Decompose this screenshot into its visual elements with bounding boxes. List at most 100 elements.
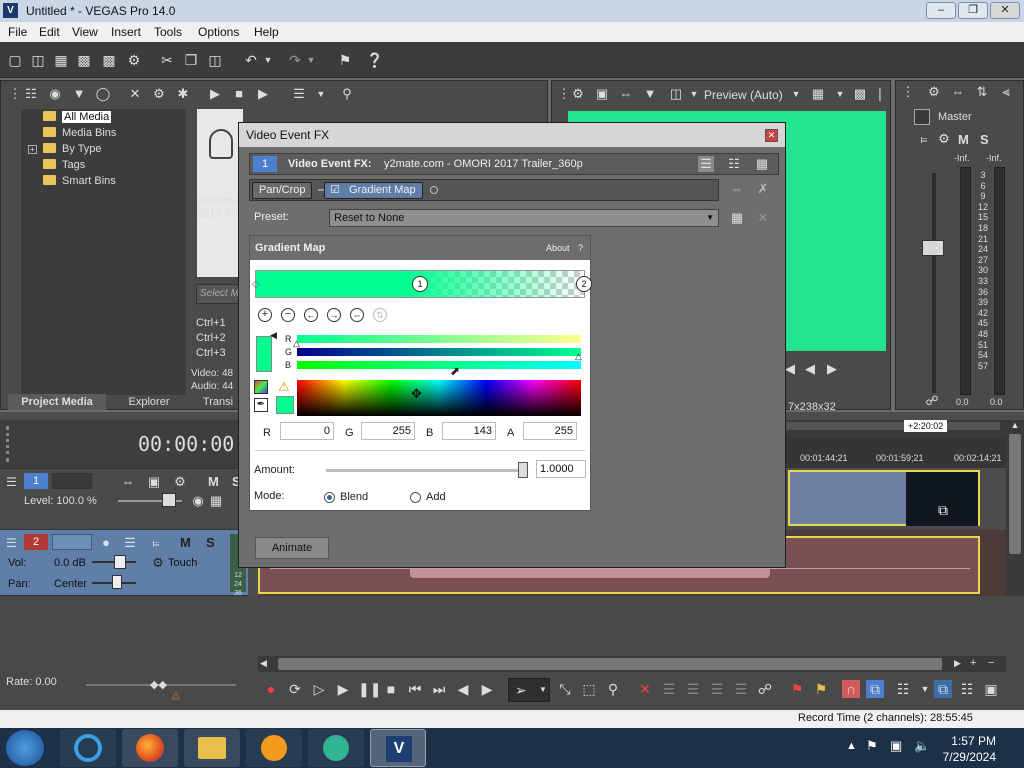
- views-icon[interactable]: ☰: [291, 86, 307, 102]
- scroll-up-icon[interactable]: ▲: [1009, 420, 1021, 432]
- master-fx-chain-icon[interactable]: ⚙: [936, 131, 952, 147]
- tree-item-smart-bins[interactable]: Smart Bins: [43, 175, 116, 190]
- explorer-icon[interactable]: [184, 729, 240, 767]
- master-fader[interactable]: [922, 240, 944, 256]
- delete-icon[interactable]: ✕: [636, 680, 654, 698]
- timeline-horizontal-scrollbar[interactable]: ◀ ▶ + −: [258, 656, 1006, 672]
- pan-slider[interactable]: [112, 575, 122, 589]
- copy-snapshot-icon[interactable]: ▩: [852, 86, 868, 102]
- undo-dropdown-icon[interactable]: ▼: [262, 51, 274, 69]
- volume-muted-icon[interactable]: 🔈: [914, 738, 930, 754]
- chain-pan-crop[interactable]: Pan/Crop: [252, 182, 313, 199]
- track-collapse-icon[interactable]: ☰: [6, 475, 20, 489]
- grid-view-icon[interactable]: ▦: [754, 156, 770, 172]
- network-icon[interactable]: ▣: [890, 738, 902, 754]
- lock-envelopes-icon[interactable]: ⧉: [934, 680, 952, 698]
- start-orb-icon[interactable]: [6, 730, 44, 766]
- help-icon[interactable]: ❔: [366, 51, 384, 69]
- get-media-icon[interactable]: ▼: [71, 86, 87, 102]
- auto-preview-icon[interactable]: ✱: [175, 86, 191, 102]
- tab-transitions[interactable]: Transi: [196, 394, 240, 410]
- render-icon[interactable]: ▩: [100, 51, 118, 69]
- panel-menu-icon[interactable]: ❘: [872, 86, 888, 102]
- tree-item-media-bins[interactable]: Media Bins: [43, 127, 116, 142]
- expand-by-type-button[interactable]: +: [28, 145, 37, 154]
- trim-end-icon[interactable]: ☰: [708, 680, 726, 698]
- menu-help[interactable]: Help: [254, 25, 279, 39]
- new-icon[interactable]: ▢: [6, 51, 24, 69]
- media-fx-icon[interactable]: ⚙: [151, 86, 167, 102]
- rate-reset-icon[interactable]: △: [172, 690, 180, 701]
- touch-mode[interactable]: Touch: [168, 557, 197, 569]
- open-icon[interactable]: ◫: [29, 51, 47, 69]
- pause-icon[interactable]: ❚❚: [358, 680, 381, 698]
- play-from-start-icon[interactable]: ▷: [310, 680, 328, 698]
- color-model-icon[interactable]: [254, 380, 268, 394]
- track2-mute-button[interactable]: M: [180, 535, 191, 550]
- arm-record-icon[interactable]: ●: [98, 535, 114, 551]
- trimmer-icon[interactable]: ▣: [982, 680, 1000, 698]
- automation-icon[interactable]: ⚙: [150, 555, 166, 571]
- zoom-in-icon[interactable]: +: [970, 657, 982, 669]
- views-dropdown-icon[interactable]: ▼: [313, 86, 329, 102]
- track-fx-icon[interactable]: ⚙: [172, 474, 188, 490]
- rate-slider[interactable]: ◆◆: [150, 678, 167, 691]
- gradient-stop-1[interactable]: 1: [412, 276, 428, 292]
- g-channel-slider[interactable]: [297, 348, 581, 356]
- overlays-icon[interactable]: ▦: [810, 86, 826, 102]
- next-frame-icon[interactable]: ▶: [478, 680, 496, 698]
- remove-plugin-icon[interactable]: ✗: [755, 181, 771, 197]
- remove-stop-icon[interactable]: −: [281, 308, 295, 322]
- insert-region-icon[interactable]: ⚑: [812, 680, 830, 698]
- properties-icon[interactable]: ⚙: [125, 51, 143, 69]
- auto-ripple-dropdown-icon[interactable]: ▼: [916, 680, 934, 698]
- tree-item-by-type[interactable]: By Type: [43, 143, 102, 158]
- tab-explorer[interactable]: Explorer: [112, 394, 186, 410]
- master-mute-button[interactable]: M: [958, 132, 969, 147]
- a-value-input[interactable]: 255: [523, 422, 577, 440]
- r-value-input[interactable]: 0: [280, 422, 334, 440]
- g-slider-thumb[interactable]: △: [575, 351, 582, 362]
- media-player-icon[interactable]: [246, 729, 302, 767]
- scroll-right-icon[interactable]: ▶: [954, 658, 966, 670]
- close-button[interactable]: ✕: [990, 2, 1020, 19]
- vertical-scroll-thumb[interactable]: [1009, 434, 1021, 554]
- track-mask-icon[interactable]: ▣: [146, 474, 162, 490]
- show-hidden-icons-icon[interactable]: ▲: [846, 740, 857, 752]
- menu-options[interactable]: Options: [198, 25, 239, 39]
- plugin-enabled-checkbox[interactable]: ☑: [330, 183, 340, 198]
- animate-button[interactable]: Animate: [255, 537, 329, 559]
- menu-tools[interactable]: Tools: [154, 25, 182, 39]
- split-view-icon[interactable]: ◫: [668, 86, 684, 102]
- plugin-chain-icon[interactable]: ⇔: [729, 181, 745, 197]
- color-spectrum-picker[interactable]: ✥: [297, 380, 581, 416]
- preview-quality-dropdown-icon[interactable]: ▼: [788, 86, 804, 102]
- paste-icon[interactable]: ◫: [206, 51, 224, 69]
- go-to-start-icon[interactable]: ⏮: [406, 680, 424, 698]
- undo-icon[interactable]: ↶: [242, 51, 260, 69]
- chain-view-icon[interactable]: ☰: [698, 156, 714, 172]
- event-pan-crop-icon[interactable]: ⧉: [938, 502, 948, 519]
- camtasia-icon[interactable]: [308, 729, 364, 767]
- master-settings-icon[interactable]: ⫷: [998, 84, 1014, 100]
- gradient-start-marker-icon[interactable]: ◇: [252, 279, 260, 290]
- stop-icon[interactable]: ■: [231, 86, 247, 102]
- action-center-icon[interactable]: ⚑: [866, 738, 878, 754]
- mode-add-radio[interactable]: [410, 492, 421, 503]
- split-screen-icon[interactable]: ⇔: [618, 86, 634, 102]
- mode-blend-radio[interactable]: [324, 492, 335, 503]
- enable-snapping-icon[interactable]: ⚑: [336, 51, 354, 69]
- frame-step-icon[interactable]: ◀: [802, 361, 818, 377]
- g-value-input[interactable]: 255: [361, 422, 415, 440]
- next-stop-icon[interactable]: →: [327, 308, 341, 322]
- prev-stop-icon[interactable]: ←: [304, 308, 318, 322]
- gradient-bar[interactable]: 1 2 ◇: [252, 270, 592, 298]
- selection-tool-icon[interactable]: ⬚: [580, 680, 598, 698]
- about-link[interactable]: About: [546, 243, 570, 253]
- redo-icon[interactable]: ↷: [286, 51, 304, 69]
- trim-start-icon[interactable]: ☰: [684, 680, 702, 698]
- menu-insert[interactable]: Insert: [111, 25, 141, 39]
- go-to-end-icon[interactable]: ⏭: [430, 680, 448, 698]
- save-icon[interactable]: ▦: [52, 51, 70, 69]
- auto-crossfades-icon[interactable]: ⧉: [866, 680, 884, 698]
